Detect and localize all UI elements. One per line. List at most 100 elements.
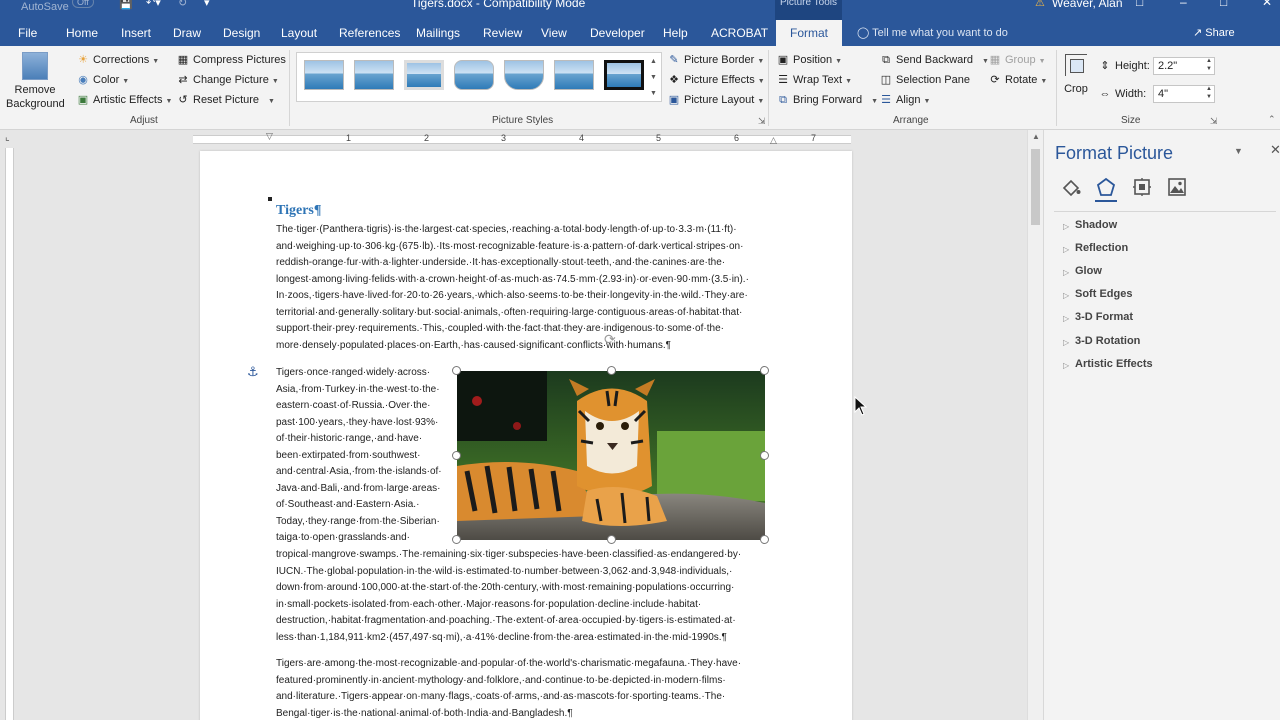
paragraph-2-wrapped[interactable]: Tigers·once·ranged·widely·across· Asia,·… (276, 365, 442, 547)
send-backward-button[interactable]: ⧉ Send Backward ▼ (879, 52, 989, 70)
corrections-button[interactable]: ☀ Corrections ▼ (76, 52, 159, 70)
autosave-toggle[interactable]: Off (72, 0, 94, 8)
resize-handle[interactable] (607, 535, 616, 544)
expand-caret-icon[interactable]: ▷ (1063, 314, 1069, 323)
resize-handle[interactable] (452, 366, 461, 375)
fill-line-icon[interactable] (1060, 176, 1082, 198)
document-heading[interactable]: Tigers¶ (276, 203, 321, 219)
size-launcher-icon[interactable]: ⇲ (1210, 116, 1218, 127)
tab-design[interactable]: Design (223, 20, 260, 46)
expand-caret-icon[interactable]: ▷ (1063, 338, 1069, 347)
3d-rotation-section[interactable]: 3-D Rotation (1075, 335, 1140, 347)
expand-caret-icon[interactable]: ▷ (1063, 291, 1069, 300)
collapse-ribbon-icon[interactable]: ⌃ (1268, 114, 1276, 125)
scroll-up-icon[interactable]: ▲ (1032, 132, 1040, 141)
user-name[interactable]: Weaver, Alan (1052, 0, 1123, 10)
maximize-icon[interactable]: □ (1220, 0, 1227, 9)
expand-caret-icon[interactable]: ▷ (1063, 361, 1069, 370)
vertical-ruler[interactable] (0, 148, 16, 720)
pane-options-icon[interactable]: ▼ (1234, 146, 1243, 156)
tab-acrobat[interactable]: ACROBAT (711, 20, 768, 46)
expand-caret-icon[interactable]: ▷ (1063, 268, 1069, 277)
paragraph-2-continued[interactable]: tropical·mangrove·swamps.·The·remaining·… (276, 547, 741, 646)
customize-qat-icon[interactable]: ▾ (204, 0, 210, 9)
effects-icon[interactable] (1095, 176, 1117, 198)
ribbon-display-icon[interactable]: □ (1136, 0, 1143, 9)
selection-pane-button[interactable]: ◫ Selection Pane (879, 72, 970, 88)
tab-help[interactable]: Help (663, 20, 688, 46)
tab-file[interactable]: File (18, 20, 37, 46)
width-field[interactable]: 4" ▲ ▼ (1153, 85, 1215, 103)
picture-style-thumb[interactable] (504, 60, 544, 90)
scrollbar-thumb[interactable] (1031, 149, 1040, 225)
picture-effects-button[interactable]: ❖ Picture Effects ▼ (667, 72, 765, 90)
tab-mailings[interactable]: Mailings (416, 20, 460, 46)
tab-selector-icon[interactable]: ⌞ (5, 132, 10, 143)
close-icon[interactable]: ✕ (1262, 0, 1272, 9)
picture-icon[interactable] (1166, 176, 1188, 198)
tab-draw[interactable]: Draw (173, 20, 201, 46)
picture-style-thumb[interactable] (604, 60, 644, 90)
expand-caret-icon[interactable]: ▷ (1063, 245, 1069, 254)
document-scrollbar[interactable]: ▲ (1027, 130, 1043, 720)
gallery-up-icon[interactable]: ▲ (650, 54, 660, 70)
picture-border-button[interactable]: ✎ Picture Border ▼ (667, 52, 764, 70)
resize-handle[interactable] (760, 366, 769, 375)
tab-references[interactable]: References (339, 20, 400, 46)
width-spinner-icon[interactable]: ▲ ▼ (1206, 85, 1212, 101)
tab-insert[interactable]: Insert (121, 20, 151, 46)
share-button[interactable]: ↗ Share (1193, 20, 1235, 46)
height-field[interactable]: 2.2" ▲ ▼ (1153, 57, 1215, 75)
picture-style-thumb[interactable] (304, 60, 344, 90)
shadow-section[interactable]: Shadow (1075, 219, 1117, 231)
picture-style-thumb[interactable] (354, 60, 394, 90)
tab-developer[interactable]: Developer (590, 20, 645, 46)
artistic-effects-section[interactable]: Artistic Effects (1075, 358, 1153, 370)
resize-handle[interactable] (760, 451, 769, 460)
tab-view[interactable]: View (541, 20, 567, 46)
tab-format[interactable]: Format (776, 20, 842, 46)
tell-me-search[interactable]: ◯ Tell me what you want to do (857, 20, 1008, 46)
gallery-more-icon[interactable]: ▼ (650, 86, 660, 102)
expand-caret-icon[interactable]: ▷ (1063, 222, 1069, 231)
bring-forward-button[interactable]: ⧉ Bring Forward ▼ (776, 92, 878, 110)
gallery-down-icon[interactable]: ▼ (650, 70, 660, 86)
glow-section[interactable]: Glow (1075, 265, 1102, 277)
reflection-section[interactable]: Reflection (1075, 242, 1128, 254)
picture-style-thumb[interactable] (404, 60, 444, 90)
paragraph-3[interactable]: Tigers·are·among·the·most·recognizable·a… (276, 656, 741, 720)
align-button[interactable]: ☰ Align ▼ (879, 92, 930, 110)
picture-layout-button[interactable]: ▣ Picture Layout ▼ (667, 92, 764, 110)
gallery-scroll[interactable]: ▲ ▼ ▼ (650, 54, 660, 102)
soft-edges-section[interactable]: Soft Edges (1075, 288, 1132, 300)
reset-picture-button[interactable]: ↺ Reset Picture ▼ (176, 92, 275, 110)
autosave-label[interactable]: AutoSave (21, 1, 69, 13)
right-indent-marker-icon[interactable]: △ (770, 135, 777, 146)
tab-review[interactable]: Review (483, 20, 522, 46)
pane-close-icon[interactable]: ✕ (1270, 142, 1280, 158)
wrap-text-button[interactable]: ☰ Wrap Text ▼ (776, 72, 852, 90)
resize-handle[interactable] (607, 366, 616, 375)
resize-handle[interactable] (452, 535, 461, 544)
position-button[interactable]: ▣ Position ▼ (776, 52, 842, 70)
tab-layout[interactable]: Layout (281, 20, 317, 46)
picture-style-thumb[interactable] (454, 60, 494, 90)
redo-icon[interactable]: ↻ (178, 0, 187, 9)
resize-handle[interactable] (452, 451, 461, 460)
rotate-handle-icon[interactable]: ⟳ (604, 331, 616, 348)
picture-style-thumb[interactable] (554, 60, 594, 90)
artistic-effects-button[interactable]: ▣ Artistic Effects ▼ (76, 92, 173, 110)
crop-button[interactable]: Crop (1062, 54, 1090, 95)
layout-properties-icon[interactable] (1131, 176, 1153, 198)
paragraph-1[interactable]: The·tiger·(Panthera·tigris)·is·the·large… (276, 222, 749, 354)
remove-background-button[interactable]: Remove Background (6, 52, 65, 111)
rotate-button[interactable]: ⟳ Rotate ▼ (988, 72, 1047, 90)
anchor-icon[interactable]: ⚓ (247, 364, 259, 380)
document-page[interactable]: Tigers¶ The·tiger·(Panthera·tigris)·is·t… (200, 151, 852, 720)
group-button[interactable]: ▦ Group ▼ (988, 52, 1046, 70)
3d-format-section[interactable]: 3-D Format (1075, 311, 1133, 323)
tab-home[interactable]: Home (66, 20, 98, 46)
change-picture-button[interactable]: ⇄ Change Picture ▼ (176, 72, 278, 90)
height-spinner-icon[interactable]: ▲ ▼ (1206, 57, 1212, 73)
picture-styles-launcher-icon[interactable]: ⇲ (758, 116, 766, 127)
